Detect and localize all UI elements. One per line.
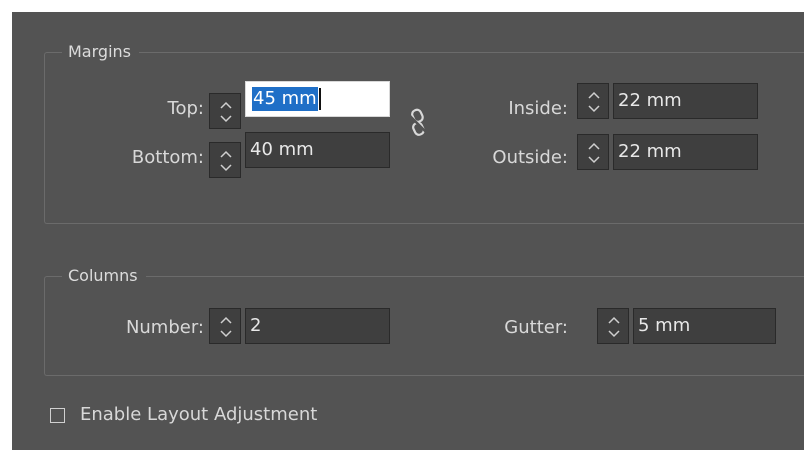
bottom-label: Bottom: xyxy=(131,147,204,168)
stepper-arrows-icon xyxy=(608,316,620,338)
stepper-arrows-icon xyxy=(588,142,600,164)
columns-legend: Columns xyxy=(62,266,146,286)
gutter-stepper[interactable] xyxy=(597,308,629,344)
top-input[interactable]: 45 mm xyxy=(245,81,390,117)
layout-adjustment-label[interactable]: Enable Layout Adjustment xyxy=(80,404,317,426)
bottom-input[interactable]: 40 mm xyxy=(245,132,390,168)
gutter-label: Gutter: xyxy=(504,317,568,338)
outside-input[interactable]: 22 mm xyxy=(613,134,758,170)
outside-stepper[interactable] xyxy=(577,134,609,170)
stepper-arrows-icon xyxy=(220,150,232,172)
number-input[interactable]: 2 xyxy=(245,308,390,344)
bottom-stepper[interactable] xyxy=(209,142,241,178)
text-caret xyxy=(318,88,321,110)
margins-legend: Margins xyxy=(62,42,139,62)
number-stepper[interactable] xyxy=(209,308,241,344)
stepper-arrows-icon xyxy=(588,91,600,113)
top-label: Top: xyxy=(167,98,204,119)
gutter-input[interactable]: 5 mm xyxy=(633,308,776,344)
inside-stepper[interactable] xyxy=(577,83,609,119)
broken-chain-link-icon[interactable] xyxy=(406,108,430,138)
inside-label: Inside: xyxy=(508,98,568,119)
number-label: Number: xyxy=(125,317,204,338)
top-stepper[interactable] xyxy=(209,93,241,129)
inside-input[interactable]: 22 mm xyxy=(613,83,758,119)
document-setup-panel: Margins Top: 45 mm Bottom: 40 mm Inside:… xyxy=(12,12,804,450)
layout-adjustment-checkbox[interactable] xyxy=(50,408,65,423)
top-value: 45 mm xyxy=(252,87,318,111)
stepper-arrows-icon xyxy=(220,316,232,338)
outside-label: Outside: xyxy=(492,147,568,168)
stepper-arrows-icon xyxy=(220,101,232,123)
